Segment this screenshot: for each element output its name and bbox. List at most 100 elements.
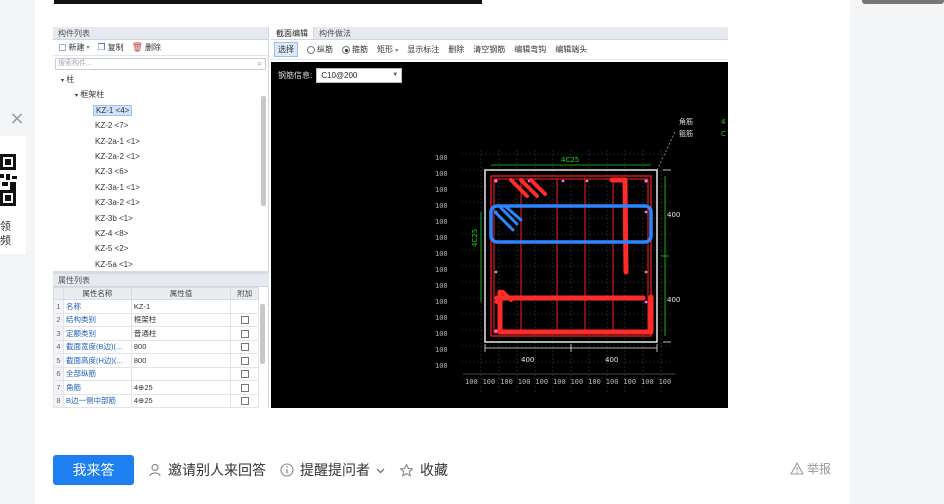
svg-text:角筋: 角筋 (679, 117, 693, 126)
tree-item[interactable]: KZ-1 <4> (53, 103, 268, 118)
property-row[interactable]: 8 B边一侧中部筋 4⊕25 (53, 393, 259, 408)
property-scrollbar[interactable] (260, 304, 265, 364)
checkbox[interactable] (240, 370, 249, 379)
ruler-label: 100 (500, 378, 513, 386)
new-button[interactable]: ▢ 新建 ▾ (58, 42, 90, 53)
svg-text:400: 400 (521, 356, 534, 364)
question-image[interactable]: 构件列表 ▢ 新建 ▾ ❐ 复制 🗑 删除 搜索构件... ⌕ ▾ 柱 ▾ 框架柱 KZ… (53, 27, 728, 408)
star-icon (399, 463, 414, 476)
tree-item[interactable]: KZ-3a-2 <1> (53, 195, 268, 210)
radio-checked-icon (342, 45, 350, 54)
rebar-info-select[interactable]: C10@200 ▼ (316, 68, 403, 83)
tree-item[interactable]: KZ-2a-1 <1> (53, 134, 268, 149)
checkbox[interactable] (240, 343, 249, 352)
tree-item[interactable]: KZ-4 <8> (53, 226, 268, 241)
svg-text:100: 100 (435, 330, 448, 338)
svg-text:100: 100 (435, 202, 448, 210)
edit-end-button[interactable]: 编辑端头 (555, 44, 587, 55)
checkbox[interactable] (240, 316, 249, 325)
trash-icon: 🗑 (131, 42, 144, 52)
property-row[interactable]: 4 截面宽度(B边)(... 800 (53, 339, 259, 354)
tab-section-edit[interactable]: 截面编辑 (271, 27, 314, 39)
component-search-input[interactable]: 搜索构件... ⌕ (55, 58, 266, 70)
image-top-edge (54, 0, 482, 4)
tree-item[interactable]: KZ-3b <1> (53, 211, 268, 226)
ruler-label: 100 (535, 378, 548, 386)
close-icon[interactable]: × (8, 110, 26, 128)
answer-button[interactable]: 我来答 (53, 455, 134, 485)
svg-text:100: 100 (435, 346, 448, 354)
component-list-pane: 构件列表 ▢ 新建 ▾ ❐ 复制 🗑 删除 搜索构件... ⌕ ▾ 柱 ▾ 框架柱 KZ… (53, 27, 269, 408)
checkbox[interactable] (240, 329, 249, 338)
tree-item[interactable]: KZ-5 <2> (53, 241, 268, 256)
tree-item[interactable]: KZ-5a <1> (53, 257, 268, 268)
user-icon (149, 463, 161, 477)
component-list-title: 构件列表 (53, 27, 268, 40)
drawing-canvas[interactable]: 100 100 100 100 100 100 100 100 100 100 … (271, 62, 728, 408)
delete-rebar-button[interactable]: 删除 (448, 44, 464, 55)
ruler-label: 100 (623, 378, 636, 386)
sidebar-edge (862, 0, 944, 4)
column-section-drawing: 100 100 100 100 100 100 100 100 100 100 … (435, 117, 726, 392)
qr-code-icon (0, 144, 18, 212)
search-icon: ⌕ (257, 59, 262, 68)
ruler-label: 100 (641, 378, 654, 386)
show-label-button[interactable]: 显示标注 (407, 44, 439, 55)
tab-component-method[interactable]: 构件做法 (314, 27, 356, 39)
longitudinal-radio[interactable]: 纵筋 (307, 44, 333, 55)
checkbox[interactable] (240, 356, 249, 365)
editor-toolbar: 选择 纵筋 箍筋 矩形 ▾ 显示标注 删除 清空钢筋 编辑弯钩 编辑端头 (271, 40, 728, 60)
ruler-label: 100 (518, 378, 531, 386)
tree-scrollbar[interactable] (261, 96, 266, 206)
component-tree: ▾ 柱 ▾ 框架柱 KZ-1 <4> KZ-2 <7> KZ-2a-1 <1> KZ-… (53, 72, 268, 268)
property-row[interactable]: 6 全部纵筋 (53, 366, 259, 381)
tree-group[interactable]: ▾ 框架柱 (53, 87, 268, 102)
clear-rebar-button[interactable]: 清空钢筋 (473, 44, 505, 55)
property-header-name: 属性名称 (62, 287, 132, 300)
tree-item[interactable]: KZ-2 <7> (53, 118, 268, 133)
remind-button[interactable]: 提醒提问者 (280, 460, 385, 480)
svg-text:C: C (721, 130, 726, 138)
svg-text:100: 100 (435, 218, 448, 226)
rect-dropdown[interactable]: 矩形 ▾ (377, 44, 398, 55)
tree-item[interactable]: KZ-2a-2 <1> (53, 149, 268, 164)
svg-text:4: 4 (721, 118, 726, 126)
svg-text:4C25: 4C25 (561, 156, 579, 164)
svg-text:4C25: 4C25 (471, 229, 479, 247)
property-row[interactable]: 2 结构类别 框架柱 (53, 312, 259, 327)
info-icon (280, 463, 294, 477)
ruler-label: 100 (465, 378, 478, 386)
delete-button[interactable]: 🗑 删除 (132, 42, 161, 53)
edit-hook-button[interactable]: 编辑弯钩 (514, 44, 546, 55)
qr-code-panel[interactable]: 领 频 (0, 136, 26, 254)
tree-root[interactable]: ▾ 柱 (53, 72, 268, 87)
ruler-label: 100 (606, 378, 619, 386)
tree-item[interactable]: KZ-3a-1 <1> (53, 180, 268, 195)
svg-text:100: 100 (435, 250, 448, 258)
property-row[interactable]: 3 定额类别 普通柱 (53, 326, 259, 341)
property-row[interactable]: 1 名称 KZ-1 (53, 299, 259, 314)
checkbox[interactable] (240, 383, 249, 392)
warning-icon (790, 462, 804, 475)
ruler-label: 100 (588, 378, 601, 386)
report-button[interactable]: 举报 (790, 460, 831, 477)
svg-text:100: 100 (435, 298, 448, 306)
svg-text:100: 100 (435, 186, 448, 194)
copy-button[interactable]: ❐ 复制 (98, 42, 124, 53)
svg-text:100: 100 (435, 234, 448, 242)
svg-text:100: 100 (435, 314, 448, 322)
favorite-button[interactable]: 收藏 (399, 460, 448, 480)
property-row[interactable]: 5 截面高度(H边)(... 800 (53, 353, 259, 368)
select-button[interactable]: 选择 (274, 42, 298, 57)
tree-item[interactable]: KZ-3 <6> (53, 164, 268, 179)
ruler-label: 100 (553, 378, 566, 386)
checkbox[interactable] (240, 397, 249, 406)
stirrup-radio[interactable]: 箍筋 (342, 44, 368, 55)
svg-text:100: 100 (435, 362, 448, 370)
invite-button[interactable]: 邀请别人来回答 (148, 460, 266, 480)
svg-text:100: 100 (435, 170, 448, 178)
chevron-down-icon (376, 468, 385, 473)
property-header-extra: 附加 (230, 287, 259, 300)
property-row[interactable]: 7 角筋 4⊕25 (53, 380, 259, 395)
svg-text:100: 100 (435, 266, 448, 274)
